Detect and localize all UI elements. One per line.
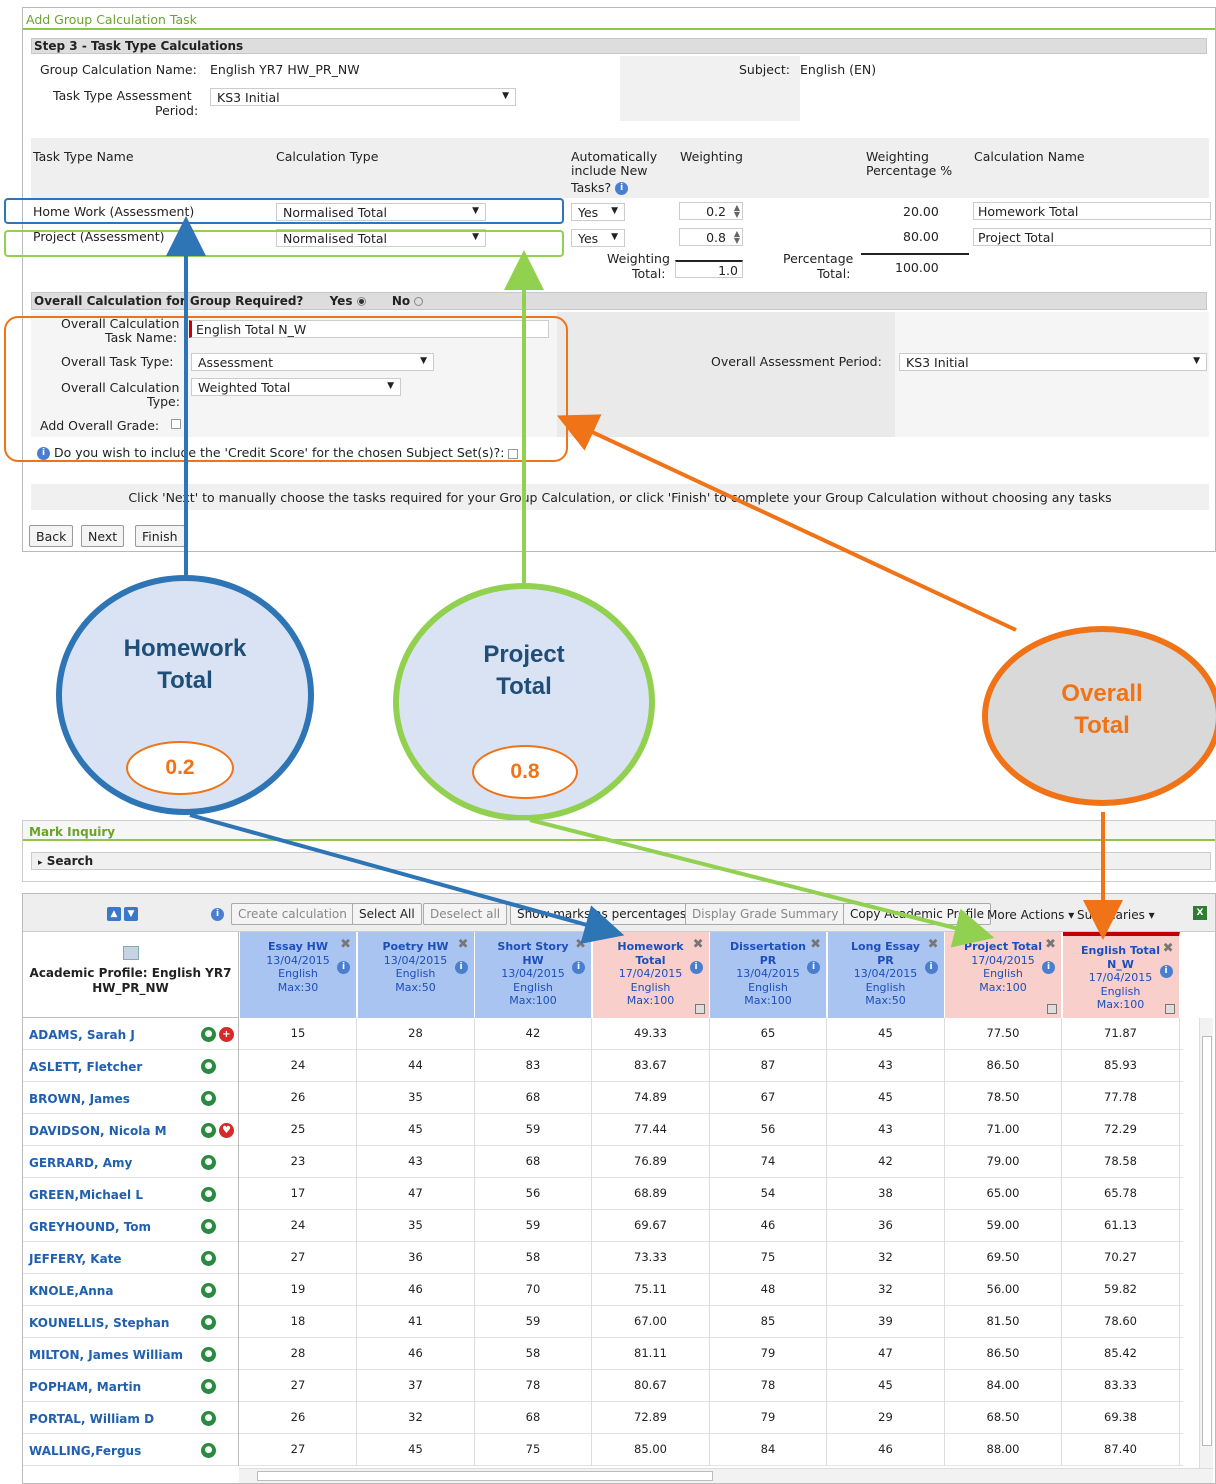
arrow-project-grid xyxy=(529,818,995,948)
arrow-overall xyxy=(556,414,1017,632)
arrow-homework-grid xyxy=(189,813,625,944)
annotation-arrows xyxy=(166,216,1123,948)
